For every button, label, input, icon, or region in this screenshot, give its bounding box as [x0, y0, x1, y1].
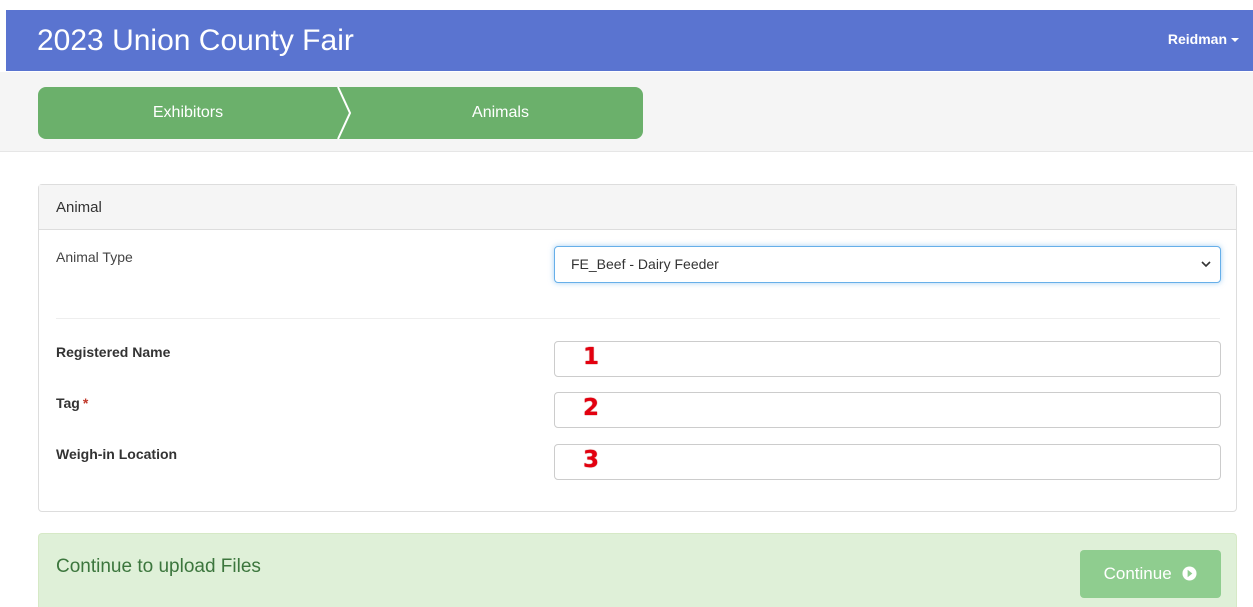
tag-label-text: Tag: [56, 395, 80, 411]
step-separator-chevron-icon: [337, 87, 352, 139]
continue-button[interactable]: Continue: [1080, 550, 1221, 598]
continue-button-label: Continue: [1103, 564, 1172, 583]
section-divider: [56, 318, 1220, 319]
annotation-marker-2: 2: [583, 395, 600, 421]
weigh-in-location-input[interactable]: 3: [554, 444, 1221, 480]
wizard-steps: Exhibitors Animals: [38, 87, 643, 139]
panel-heading: Animal: [39, 185, 1236, 230]
user-menu-label: Reidman: [1167, 31, 1227, 47]
annotation-marker-1: 1: [583, 344, 600, 370]
animal-type-selected-value: FE_Beef - Dairy Feeder: [571, 256, 719, 272]
continue-panel: Continue to upload Files Continue: [38, 533, 1237, 607]
tag-input[interactable]: 2: [554, 392, 1221, 428]
animal-panel: Animal Animal Type FE_Beef - Dairy Feede…: [38, 184, 1237, 512]
top-navbar: 2023 Union County Fair Reidman: [0, 0, 1253, 72]
animal-type-select[interactable]: FE_Beef - Dairy Feeder: [554, 246, 1221, 283]
annotation-marker-3: 3: [583, 447, 600, 473]
arrow-circle-right-icon: [1182, 566, 1197, 581]
continue-panel-title: Continue to upload Files: [56, 556, 261, 577]
app-title[interactable]: 2023 Union County Fair: [37, 24, 354, 58]
wizard-band: Exhibitors Animals: [0, 72, 1253, 152]
chevron-down-icon: [1201, 261, 1211, 268]
user-menu-dropdown[interactable]: Reidman: [1168, 31, 1239, 47]
wizard-step-exhibitors[interactable]: Exhibitors: [38, 87, 338, 139]
registered-name-input[interactable]: 1: [554, 341, 1221, 377]
tag-label: Tag *: [56, 395, 88, 411]
wizard-step-animals[interactable]: Animals: [358, 87, 643, 139]
weigh-in-location-label: Weigh-in Location: [56, 446, 178, 462]
required-asterisk: *: [82, 395, 89, 411]
navbar-bar: 2023 Union County Fair Reidman: [6, 10, 1253, 71]
animal-type-label: Animal Type: [56, 249, 133, 265]
registered-name-label: Registered Name: [56, 344, 171, 360]
caret-down-icon: [1231, 38, 1239, 43]
